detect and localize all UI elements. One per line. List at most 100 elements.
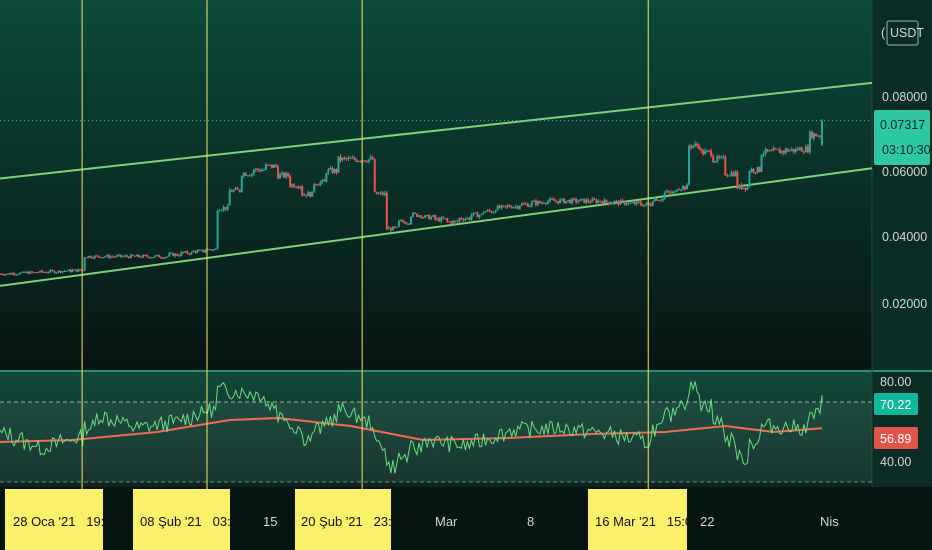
candle-body — [160, 257, 163, 259]
time-highlight[interactable]: 28 Oca '21 19:00 — [5, 489, 119, 550]
candle-body — [281, 172, 284, 175]
time-highlight[interactable]: 20 Şub '21 23:00 — [295, 489, 406, 550]
last-price-tag[interactable]: 0.07317 03:10:30 — [874, 110, 931, 165]
candle-body — [27, 271, 30, 274]
candle-body — [784, 148, 787, 153]
candle-body — [538, 201, 541, 203]
candle-body — [718, 156, 721, 158]
candle-body — [488, 210, 491, 212]
candle-body — [412, 212, 415, 217]
candle-body — [170, 253, 173, 255]
candle-body — [776, 149, 779, 151]
candle-body — [623, 200, 626, 205]
candle-body — [174, 253, 177, 257]
candle-body — [273, 164, 275, 168]
candle-body — [381, 192, 384, 195]
candle-body — [371, 157, 374, 160]
candle-body — [804, 146, 807, 153]
candle-body — [127, 256, 130, 259]
time-label: 22 — [700, 514, 714, 529]
candle-body — [0, 273, 1, 275]
candle-body — [329, 168, 332, 170]
trading-chart[interactable]: ( USDT 0.08000 0.06000 0.04000 0.02000 0… — [0, 0, 932, 550]
candle-body — [377, 193, 380, 195]
candle-body — [802, 151, 805, 153]
candle-body — [115, 255, 118, 257]
candle-body — [256, 168, 259, 171]
candle-body — [482, 212, 485, 214]
candle-body — [540, 202, 543, 204]
candle-body — [738, 184, 741, 189]
candle-body — [162, 257, 165, 259]
candle-body — [291, 184, 294, 187]
candle-body — [150, 257, 153, 259]
candle-body — [585, 199, 588, 204]
candle-body — [355, 159, 358, 162]
candle-body — [694, 143, 697, 146]
candle-body — [772, 148, 775, 151]
candle-body — [657, 200, 660, 202]
candle-body — [440, 217, 443, 222]
candle-body — [812, 133, 815, 139]
candle-body — [403, 221, 406, 224]
candle-body — [347, 157, 350, 160]
candle-body — [39, 270, 42, 273]
candle-body — [285, 173, 288, 178]
candle-body — [615, 200, 618, 202]
rsi-value: 70.22 — [880, 398, 911, 412]
candle-body — [603, 199, 606, 204]
time-highlight[interactable]: 08 Şub '21 03:00 — [133, 489, 245, 550]
candle-body — [808, 131, 811, 153]
candle-body — [142, 255, 145, 258]
candle-body — [133, 255, 136, 257]
candle-body — [240, 175, 243, 193]
candle-body — [518, 205, 521, 209]
candle-body — [418, 215, 421, 217]
candle-body — [103, 256, 106, 258]
candle-body — [627, 202, 630, 204]
candle-body — [587, 199, 590, 202]
rsi-value-tag[interactable]: 70.22 — [874, 393, 918, 415]
rsi-ma-value: 56.89 — [880, 432, 911, 446]
candle-body — [752, 168, 755, 173]
candle-body — [89, 256, 92, 258]
candle-body — [289, 176, 292, 187]
candle-body — [238, 189, 241, 193]
candle-body — [748, 171, 751, 188]
candle-body — [788, 150, 791, 152]
candle-body — [71, 269, 74, 272]
candle-body — [512, 206, 515, 209]
candle-body — [514, 206, 517, 208]
candle-body — [311, 191, 314, 197]
candle-body — [125, 255, 128, 257]
candle-body — [478, 215, 481, 218]
time-label: Mar — [435, 514, 458, 529]
candle-body — [351, 157, 354, 159]
candle-body — [293, 184, 296, 188]
candle-body — [667, 191, 670, 193]
candle-body — [275, 164, 278, 167]
candle-body — [641, 205, 644, 207]
candle-body — [639, 202, 642, 206]
candle-body — [23, 271, 26, 273]
candle-body — [671, 191, 674, 194]
time-highlight[interactable]: 16 Mar '21 15:00 — [588, 489, 699, 550]
candle-body — [617, 201, 620, 205]
candle-body — [758, 166, 761, 172]
candle-body — [63, 271, 66, 273]
candle-body — [31, 271, 34, 273]
rsi-ma-tag[interactable]: 56.89 — [874, 427, 918, 449]
candle-body — [542, 202, 545, 204]
candle-body — [113, 256, 116, 258]
candle-body — [732, 172, 735, 177]
candle-body — [373, 159, 376, 192]
candle-body — [325, 173, 328, 182]
candle-body — [629, 202, 632, 204]
candle-body — [424, 215, 427, 218]
candle-body — [567, 199, 570, 201]
candle-body — [29, 271, 32, 274]
candle-body — [152, 257, 155, 259]
candle-body — [555, 200, 558, 202]
candle-body — [264, 164, 267, 170]
candle-body — [583, 198, 586, 204]
